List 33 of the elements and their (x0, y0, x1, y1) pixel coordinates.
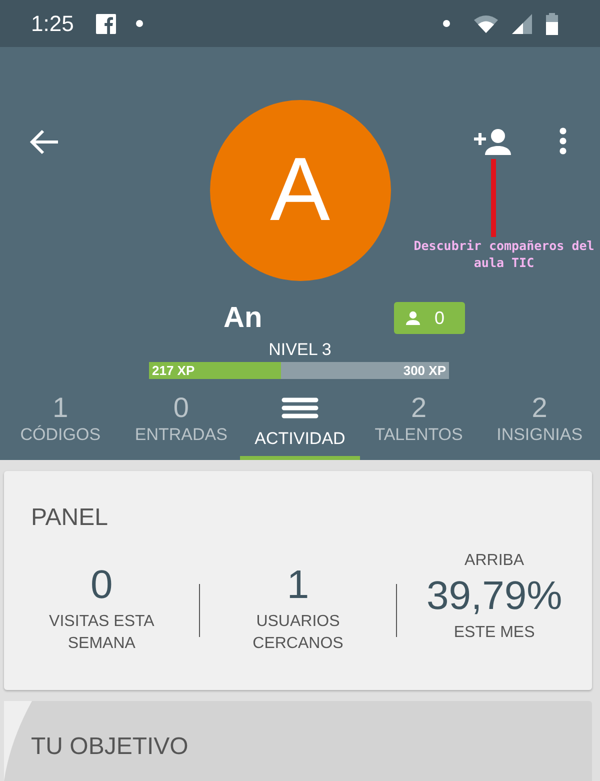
back-arrow-icon[interactable] (29, 129, 59, 155)
social-app-icon (96, 14, 116, 34)
stat-label: USUARIOS CERCANOS (252, 612, 344, 654)
profile-tab[interactable]: 2 INSIGNIAS (479, 393, 600, 460)
stat-value: 0 (90, 563, 113, 608)
battery-icon (546, 12, 558, 34)
profile-tab[interactable]: 0 ENTRADAS (120, 393, 242, 460)
more-options-icon[interactable] (558, 127, 568, 155)
stat-value: 39,79% (426, 574, 562, 619)
add-person-icon[interactable] (474, 127, 512, 155)
wifi-icon (474, 14, 498, 32)
friends-button[interactable]: 0 (394, 302, 464, 334)
xp-current: 217 XP (152, 362, 195, 379)
person-icon (404, 311, 420, 325)
stat-caption: ARRIBA (464, 552, 524, 571)
notification-dot-icon (136, 20, 143, 27)
goal-title: TU OBJETIVO (31, 733, 188, 760)
user-name: An (222, 302, 264, 334)
list-icon (280, 397, 319, 419)
stat-label: ESTE MES (452, 623, 536, 643)
status-time: 1:25 (31, 10, 74, 36)
avatar: A (210, 100, 390, 281)
stat-label: VISITAS ESTA SEMANA (48, 612, 156, 654)
profile-tab[interactable]: ACTIVIDAD (240, 393, 360, 460)
stat-value: 1 (286, 563, 310, 608)
profile-tab[interactable]: 1 CÓDIGOS (0, 393, 121, 460)
xp-target: 300 XP (403, 362, 446, 379)
signal-icon (512, 14, 532, 34)
annotation-text: Descubrir compañeros del aula TIC (412, 237, 596, 271)
profile-tab[interactable]: 2 TALENTOS (358, 393, 480, 460)
panel-title: PANEL (31, 504, 109, 532)
level-label: NIVEL 3 (268, 340, 332, 360)
notification-dot-icon (443, 20, 450, 27)
